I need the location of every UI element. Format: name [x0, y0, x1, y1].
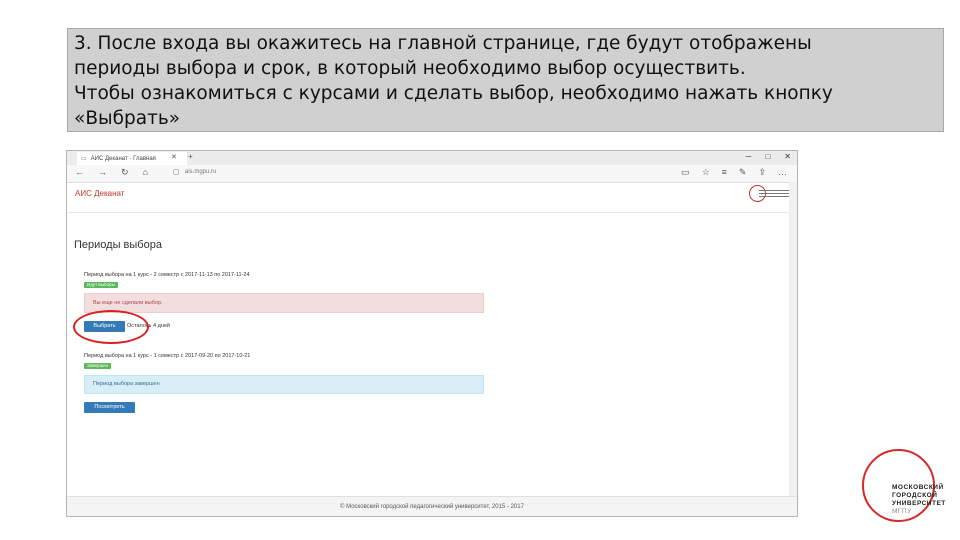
- logo-line: МГПУ: [892, 508, 912, 515]
- logo-line: ГОРОДСКОЙ: [892, 492, 938, 499]
- caption-line: Чтобы ознакомиться с курсами и сделать в…: [74, 83, 833, 104]
- page-icon: ▭: [81, 156, 87, 162]
- app-name[interactable]: АИС Деканат: [75, 189, 124, 198]
- more-icon[interactable]: …: [778, 167, 787, 178]
- new-tab-icon[interactable]: +: [188, 152, 193, 161]
- caption-line: периоды выбора и срок, в который необход…: [74, 58, 746, 79]
- url-field[interactable]: ais.mgpu.ru: [185, 169, 216, 175]
- nav-buttons: ← → ↻ ⌂: [75, 167, 148, 178]
- reading-view-icon[interactable]: ▭: [681, 167, 690, 178]
- minimize-icon[interactable]: ─: [746, 152, 752, 161]
- period-label: Период выбора на 1 курс - 2 семестр с 20…: [84, 272, 250, 278]
- view-button[interactable]: Посмотреть: [84, 402, 135, 413]
- footer: © Московский городской педагогический ун…: [67, 496, 797, 516]
- status-badge: Идут выборы: [84, 282, 118, 288]
- logo-line: УНИВЕРСИТЕТ: [892, 500, 946, 507]
- period-label: Период выбора на 1 курс - 1 семестр с 20…: [84, 353, 251, 359]
- instruction-caption: 3. После входа вы окажитесь на главной с…: [67, 28, 944, 132]
- status-badge: Завершен: [84, 363, 112, 369]
- refresh-icon[interactable]: ↻: [121, 167, 129, 178]
- forward-icon[interactable]: →: [98, 167, 107, 178]
- tab-label: АИС Деканат · Главная: [90, 155, 156, 162]
- back-icon[interactable]: ←: [75, 167, 84, 178]
- hub-icon[interactable]: ≡: [722, 167, 727, 178]
- page-title: Периоды выбора: [74, 239, 162, 251]
- address-bar: ← → ↻ ⌂ ▢ ais.mgpu.ru ▭ ☆ ≡ ✎ ⇪ …: [67, 165, 797, 183]
- alert-no-choice: Вы еще не сделали выбор.: [84, 293, 484, 313]
- favorite-star-icon[interactable]: ☆: [702, 167, 710, 178]
- highlight-circle: [73, 310, 149, 344]
- close-window-icon[interactable]: ✕: [784, 152, 791, 161]
- caption-line: 3. После входа вы окажитесь на главной с…: [74, 33, 812, 54]
- share-icon[interactable]: ⇪: [758, 167, 766, 178]
- close-tab-icon[interactable]: ✕: [171, 153, 177, 161]
- scrollbar[interactable]: [789, 182, 797, 496]
- toolbar-icons: ▭ ☆ ≡ ✎ ⇪ …: [681, 167, 787, 178]
- app-header: АИС Деканат: [67, 182, 797, 213]
- logo-text-lines: [759, 190, 789, 199]
- lock-icon: ▢: [173, 169, 180, 176]
- logo-line: МОСКОВСКИЙ: [892, 484, 944, 491]
- tab-bar: ▭ АИС Деканат · Главная ✕ + ─ □ ✕: [67, 151, 797, 165]
- maximize-icon[interactable]: □: [765, 152, 770, 161]
- caption-line: «Выбрать»: [74, 108, 181, 129]
- window-controls: ─ □ ✕: [746, 152, 791, 161]
- notes-icon[interactable]: ✎: [739, 167, 747, 178]
- browser-screenshot: ▭ АИС Деканат · Главная ✕ + ─ □ ✕ ← → ↻ …: [66, 150, 798, 517]
- mpgu-logo-text: МОСКОВСКИЙ ГОРОДСКОЙ УНИВЕРСИТЕТ МГПУ: [892, 484, 946, 516]
- home-icon[interactable]: ⌂: [143, 167, 148, 178]
- alert-period-finished: Период выбора завершен: [84, 375, 484, 394]
